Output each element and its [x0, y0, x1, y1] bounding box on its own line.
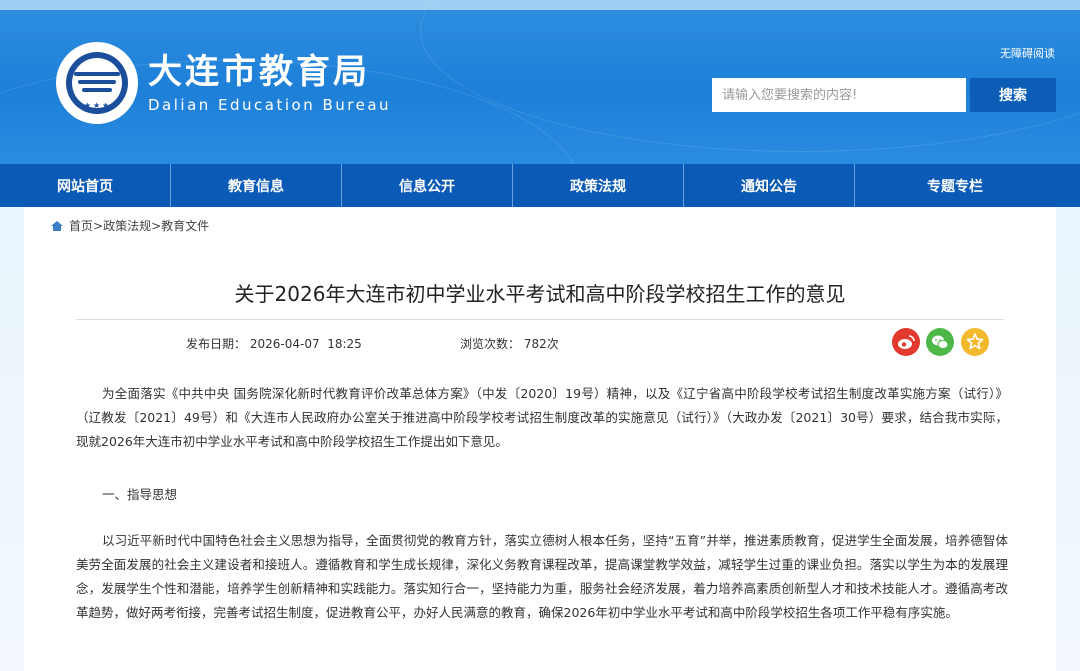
article-title: 关于2026年大连市初中学业水平考试和高中阶段学校招生工作的意见 — [234, 282, 846, 306]
breadcrumb-home[interactable]: 首页 — [69, 217, 93, 234]
view-count-label: 浏览次数： — [460, 337, 521, 351]
search-input[interactable] — [712, 78, 966, 112]
view-count: 浏览次数： 782次 — [460, 335, 559, 352]
nav-item-policies[interactable]: 政策法规 — [513, 164, 684, 207]
breadcrumb: 首页 > 政策法规 > 教育文件 — [50, 217, 209, 234]
publish-date-value: 2026-04-07 18:25 — [249, 337, 362, 351]
weibo-share-button[interactable] — [892, 328, 920, 356]
publish-date-label: 发布日期： — [186, 337, 247, 351]
breadcrumb-education-documents[interactable]: 教育文件 — [161, 217, 209, 234]
search-button[interactable]: 搜索 — [970, 78, 1056, 112]
page-side-background — [1056, 207, 1080, 671]
breadcrumb-policies[interactable]: 政策法规 — [103, 217, 151, 234]
nav-item-education-info[interactable]: 教育信息 — [171, 164, 342, 207]
nav-item-notices[interactable]: 通知公告 — [684, 164, 855, 207]
article-paragraph: 为全面落实《中共中央 国务院深化新时代教育评价改革总体方案》（中发〔2020〕1… — [76, 386, 1008, 449]
bureau-emblem-logo: ★ ★ ★ — [56, 42, 138, 124]
wechat-share-button[interactable] — [926, 328, 954, 356]
nav-item-home[interactable]: 网站首页 — [0, 164, 171, 207]
site-subtitle: Dalian Education Bureau — [148, 96, 392, 114]
article-paragraph: 以习近平新时代中国特色社会主义思想为指导，全面贯彻党的教育方针，落实立德树人根本… — [76, 533, 1008, 620]
breadcrumb-separator: > — [151, 218, 162, 233]
section-heading: 一、指导思想 — [102, 487, 178, 502]
title-divider — [76, 319, 1004, 320]
nav-item-special-topics[interactable]: 专题专栏 — [855, 164, 1055, 207]
accessible-reading-link[interactable]: 无障碍阅读 — [1000, 45, 1055, 61]
publish-date: 发布日期： 2026-04-07 18:25 — [186, 335, 362, 352]
page-side-background — [0, 207, 24, 671]
weibo-icon — [898, 335, 915, 349]
main-nav: 网站首页 教育信息 信息公开 政策法规 通知公告 专题专栏 — [0, 164, 1080, 207]
breadcrumb-separator: > — [93, 218, 104, 233]
site-title: 大连市教育局 — [148, 52, 370, 92]
favorite-button[interactable] — [961, 328, 989, 356]
home-icon — [51, 220, 63, 231]
nav-item-info-disclosure[interactable]: 信息公开 — [342, 164, 513, 207]
view-count-value: 782次 — [523, 337, 559, 351]
wechat-icon — [932, 335, 949, 349]
site-header: ★ ★ ★ 大连市教育局 Dalian Education Bureau 无障碍… — [0, 0, 1080, 164]
article-container: 首页 > 政策法规 > 教育文件 关于2026年大连市初中学业水平考试和高中阶段… — [24, 207, 1056, 671]
favorite-star-icon — [966, 333, 984, 350]
